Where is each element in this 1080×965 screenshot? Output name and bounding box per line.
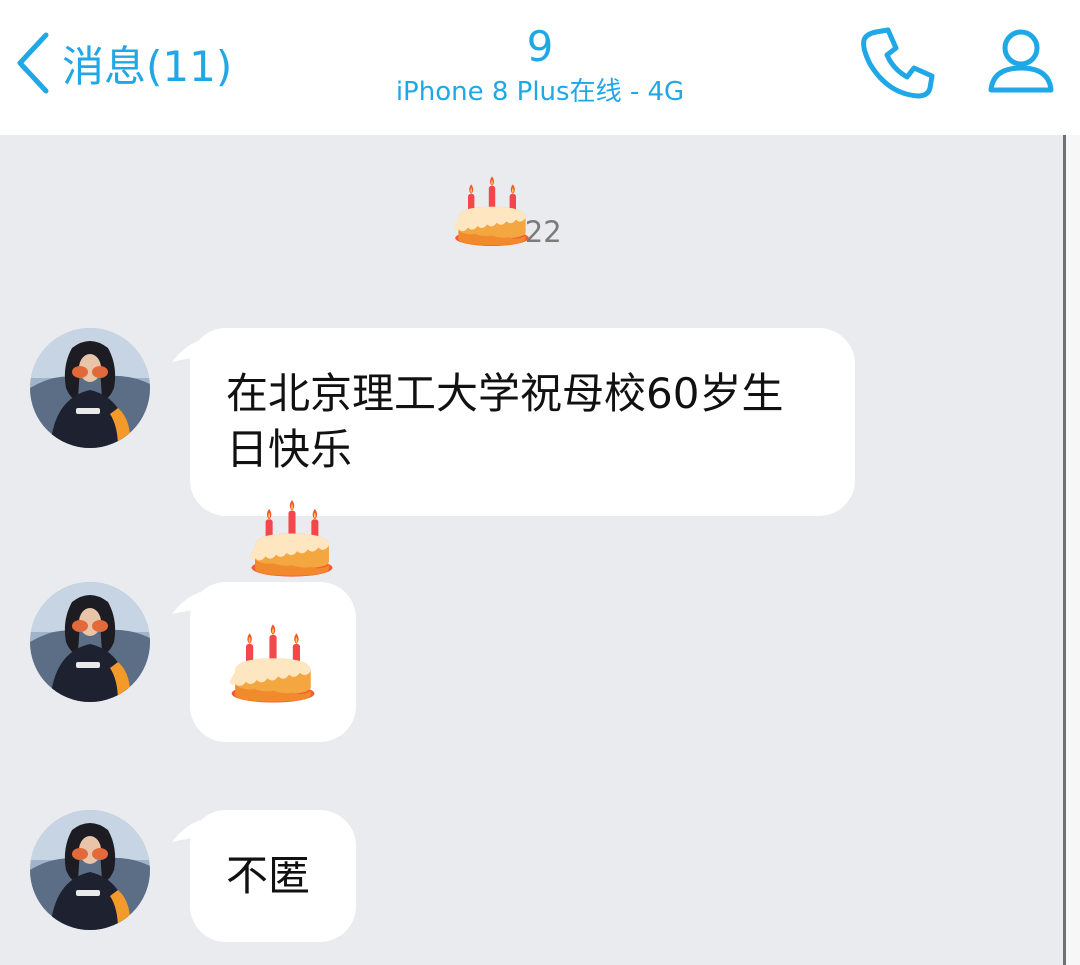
back-button[interactable]: 消息(11) (14, 28, 232, 98)
scrollbar[interactable] (1063, 135, 1080, 965)
contact-title-block[interactable]: 9 iPhone 8 Plus在线 - 4G (290, 22, 790, 112)
person-icon[interactable] (985, 24, 1057, 96)
phone-icon[interactable] (860, 26, 940, 100)
birthday-cake-emoji (452, 160, 532, 260)
avatar[interactable] (30, 582, 150, 702)
contact-status: iPhone 8 Plus在线 - 4G (395, 77, 685, 107)
chevron-left-icon (17, 32, 49, 94)
birthday-cake-emoji (248, 488, 336, 586)
chat-header: 消息(11) 9 iPhone 8 Plus在线 - 4G (0, 0, 1080, 135)
birthday-cake-emoji (228, 612, 318, 712)
avatar[interactable] (30, 810, 150, 930)
contact-name: 9 (526, 22, 554, 71)
avatar[interactable] (30, 328, 150, 448)
message-text: 在北京理工大学祝母校60岁生日快乐 (226, 369, 784, 474)
back-label: 消息(11) (62, 41, 233, 91)
message-text: 不匿 (226, 851, 311, 900)
message-bubble[interactable]: 不匿 (190, 810, 356, 942)
message-bubble-emoji[interactable] (190, 582, 356, 742)
